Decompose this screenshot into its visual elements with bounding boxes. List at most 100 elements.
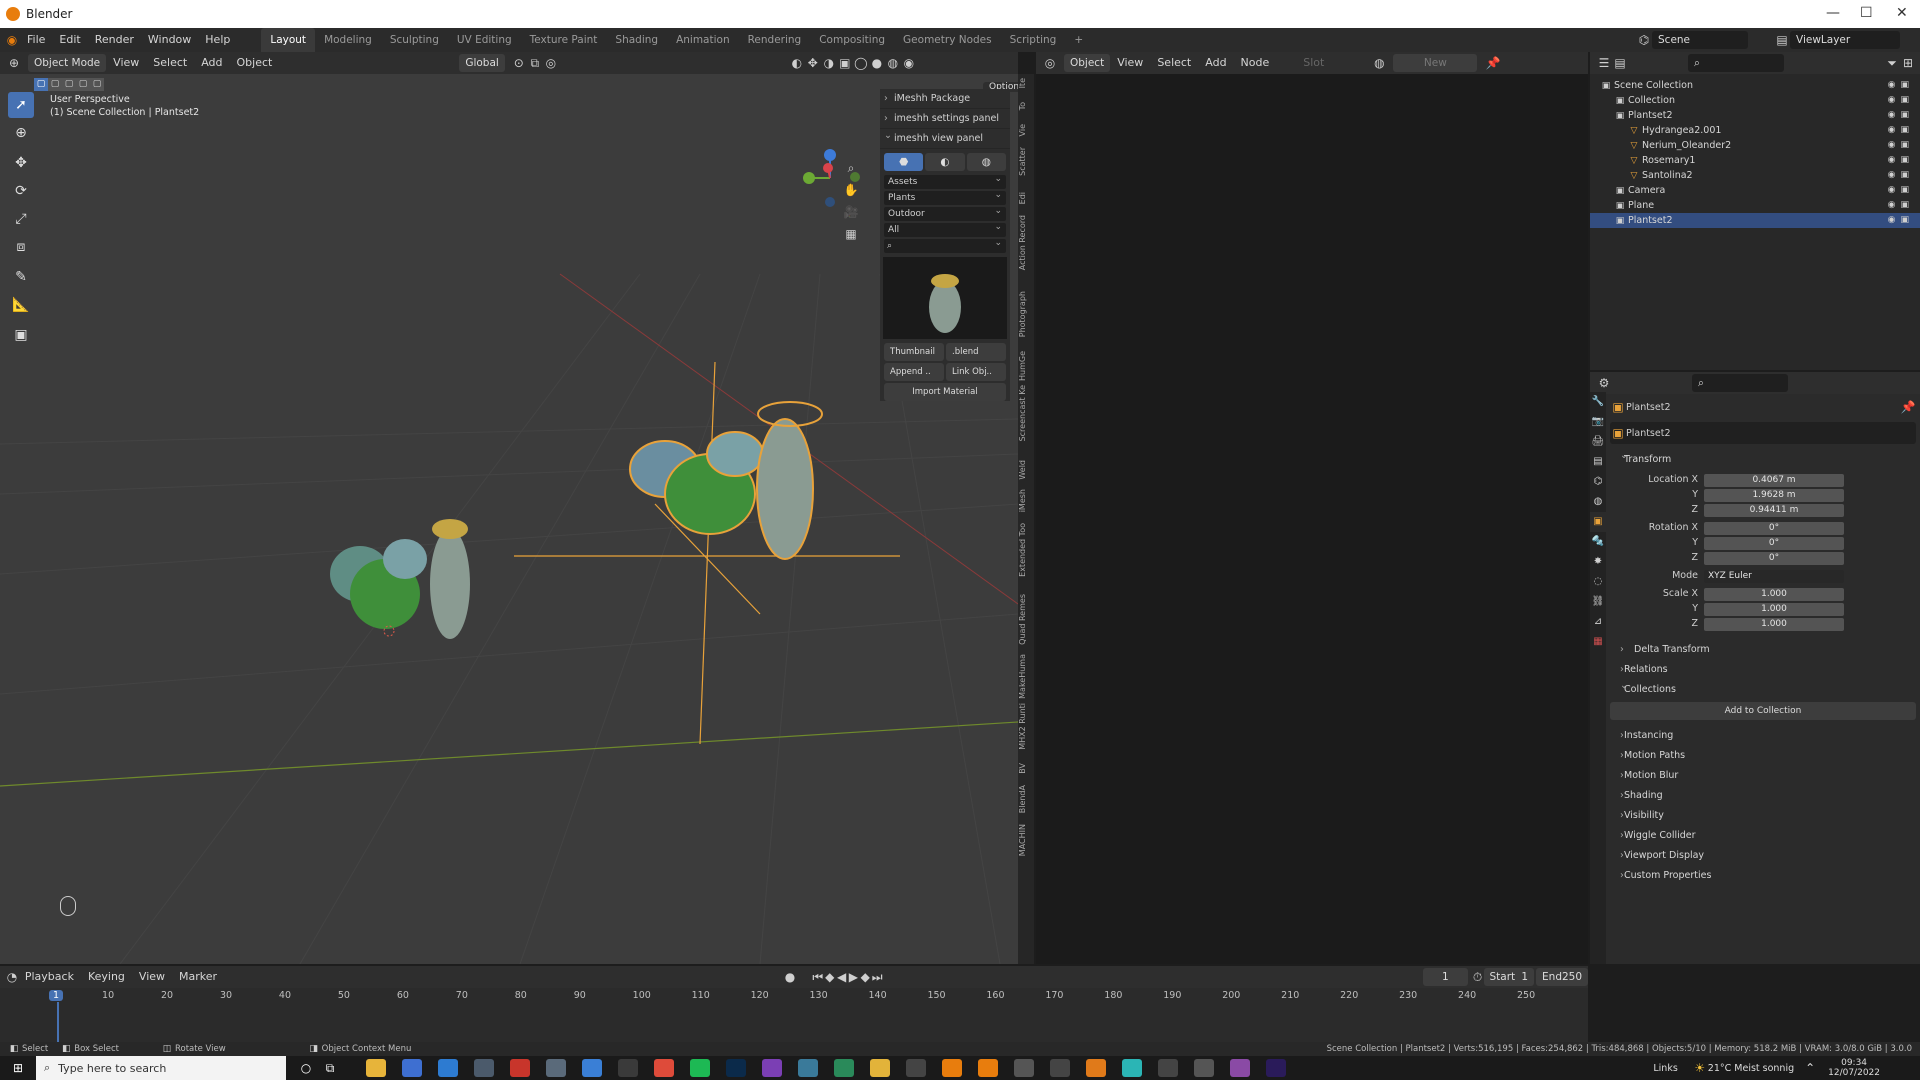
app-icon-8[interactable]	[618, 1059, 638, 1077]
minimize-icon[interactable]: —	[1826, 5, 1840, 21]
tab-modeling[interactable]: Modeling	[315, 28, 381, 52]
category-select-plants[interactable]: Plants	[884, 188, 1006, 205]
object-tab-icon[interactable]: ▣	[1590, 512, 1606, 532]
sidebar-tab[interactable]: Ite	[1018, 78, 1034, 88]
location-z-field[interactable]: 0.94411 m	[1704, 504, 1844, 517]
transform-section[interactable]: Transform	[1610, 446, 1916, 470]
view-layer-tab-icon[interactable]: ▤	[1590, 452, 1606, 472]
app-icon-13[interactable]	[798, 1059, 818, 1077]
constraints-tab-icon[interactable]: ⛓	[1590, 592, 1606, 612]
sidebar-tab[interactable]: MakeHuma	[1018, 654, 1034, 699]
properties-section[interactable]: Shading	[1610, 786, 1916, 806]
sidebar-tab[interactable]: Quad Remes	[1018, 594, 1034, 645]
filter-icon[interactable]: ⏷	[1884, 55, 1900, 71]
viewport-menu-object[interactable]: Object	[230, 52, 280, 75]
tab-geometry-nodes[interactable]: Geometry Nodes	[894, 28, 1001, 52]
tab-rendering[interactable]: Rendering	[739, 28, 811, 52]
chrome-icon[interactable]	[654, 1059, 674, 1077]
visibility-eye-icon[interactable]: ◉▣	[1888, 213, 1914, 228]
import-material-button[interactable]: Import Material	[884, 383, 1006, 401]
scene-name[interactable]: Scene	[1652, 31, 1748, 49]
menu-render[interactable]: Render	[88, 28, 141, 52]
blender-menu-icon[interactable]: ◉	[4, 32, 20, 48]
unreal-icon[interactable]	[1050, 1059, 1070, 1077]
measure-tool-icon[interactable]: 📐	[8, 292, 34, 318]
properties-section[interactable]: Viewport Display	[1610, 846, 1916, 866]
rotate-tool-icon[interactable]: ⟳	[8, 178, 34, 204]
move-tool-icon[interactable]: ✥	[8, 150, 34, 176]
app-icon-2[interactable]	[402, 1059, 422, 1077]
tab-uv-editing[interactable]: UV Editing	[448, 28, 521, 52]
3d-viewport[interactable]: ⊕ Object Mode View Select Add Object Glo…	[0, 52, 1018, 964]
tab-animation[interactable]: Animation	[667, 28, 739, 52]
playhead[interactable]	[57, 1002, 59, 1042]
sidebar-tab[interactable]: Screencast Ke	[1018, 385, 1034, 441]
scene-selector[interactable]: ⌬ Scene	[1636, 31, 1748, 49]
app-icon-16[interactable]	[906, 1059, 926, 1077]
sidebar-tab[interactable]: iMesh	[1018, 489, 1034, 512]
sidebar-tab[interactable]: BV	[1018, 763, 1034, 774]
category-select-outdoor[interactable]: Outdoor	[884, 204, 1006, 221]
location-x-field[interactable]: 0.4067 m	[1704, 474, 1844, 487]
ortho-grid-icon[interactable]: ▦	[843, 226, 859, 242]
blender-taskbar-icon-2[interactable]	[978, 1059, 998, 1077]
app-icon-12[interactable]	[762, 1059, 782, 1077]
outliner-type-icon[interactable]: ☰	[1596, 55, 1612, 71]
location-y-field[interactable]: 1.9628 m	[1704, 489, 1844, 502]
select-box-tool-icon[interactable]: ➚	[8, 92, 34, 118]
file-explorer-icon[interactable]	[366, 1059, 386, 1077]
snap-icon[interactable]: ⧉	[527, 55, 543, 71]
particles-tab-icon[interactable]: ✸	[1590, 552, 1606, 572]
materials-tab-icon[interactable]: ◐	[925, 153, 965, 171]
sidebar-tab[interactable]: Weld	[1018, 460, 1034, 480]
menu-help[interactable]: Help	[198, 28, 237, 52]
zoom-icon[interactable]: ⌕	[843, 160, 859, 176]
outliner-item[interactable]: ▣ Scene Collection ◉▣	[1590, 78, 1920, 93]
close-icon[interactable]: ✕	[1896, 5, 1908, 21]
outliner-item[interactable]: ▣ Plantset2 ◉▣	[1590, 108, 1920, 123]
cursor-tool-icon[interactable]: ⊕	[8, 120, 34, 146]
spotify-icon[interactable]	[690, 1059, 710, 1077]
properties-type-icon[interactable]: ⚙	[1596, 375, 1612, 391]
app-icon-19[interactable]	[1014, 1059, 1034, 1077]
visibility-eye-icon[interactable]: ◉▣	[1888, 198, 1914, 213]
pan-hand-icon[interactable]: ✋	[843, 182, 859, 198]
object-datablock-field[interactable]: ▣ Plantset2	[1610, 422, 1916, 444]
physics-tab-icon[interactable]: ◌	[1590, 572, 1606, 592]
shading-wireframe-icon[interactable]: ◯	[853, 55, 869, 71]
timeline-ruler[interactable]: 1 10 20 30 40 50 60 70 80 90 100 110 120 130 140 150 160…	[0, 966, 1588, 1042]
tab-shading[interactable]: Shading	[606, 28, 667, 52]
editor-type-icon[interactable]: ⊕	[6, 55, 22, 71]
visibility-eye-icon[interactable]: ◉▣	[1888, 153, 1914, 168]
add-to-collection-button[interactable]: Add to Collection	[1610, 702, 1916, 720]
blend-button[interactable]: .blend	[946, 343, 1006, 361]
outliner-item[interactable]: ▽ Rosemary1 ◉▣	[1590, 153, 1920, 168]
pin-icon[interactable]: 📌	[1485, 55, 1501, 71]
sidebar-tab[interactable]: To	[1018, 102, 1034, 110]
transform-tool-icon[interactable]: ⧈	[8, 234, 34, 260]
outliner-item[interactable]: ▽ Hydrangea2.001 ◉▣	[1590, 123, 1920, 138]
rotation-x-field[interactable]: 0°	[1704, 522, 1844, 535]
sidebar-tab[interactable]: BlendA	[1018, 785, 1034, 813]
texture-tab-icon[interactable]: ▦	[1590, 632, 1606, 652]
shading-solid-icon[interactable]: ●	[869, 55, 885, 71]
tab-sculpting[interactable]: Sculpting	[381, 28, 448, 52]
task-view-icon[interactable]: ⧉	[322, 1060, 338, 1076]
scale-tool-icon[interactable]: ⤢	[8, 206, 34, 232]
app-icon-15[interactable]	[870, 1059, 890, 1077]
asset-search-input[interactable]: ⌕	[884, 236, 1006, 253]
properties-section[interactable]: Motion Blur	[1610, 766, 1916, 786]
scale-y-field[interactable]: 1.000	[1704, 603, 1844, 616]
menu-file[interactable]: File	[20, 28, 52, 52]
section-imeshh-view[interactable]: imeshh view panel	[880, 126, 1010, 149]
sidebar-tab[interactable]: Extended Too	[1018, 523, 1034, 577]
app-icon-7[interactable]	[582, 1059, 602, 1077]
transform-orientation-dropdown[interactable]: Global	[459, 54, 505, 72]
visibility-eye-icon[interactable]: ◉▣	[1888, 138, 1914, 153]
data-tab-icon[interactable]: ⊿	[1590, 612, 1606, 632]
shading-material-icon[interactable]: ◍	[885, 55, 901, 71]
properties-search-input[interactable]: ⌕	[1692, 374, 1788, 392]
new-material-button[interactable]: New	[1393, 54, 1478, 72]
tab-compositing[interactable]: Compositing	[810, 28, 894, 52]
properties-section[interactable]: Motion Paths	[1610, 746, 1916, 766]
